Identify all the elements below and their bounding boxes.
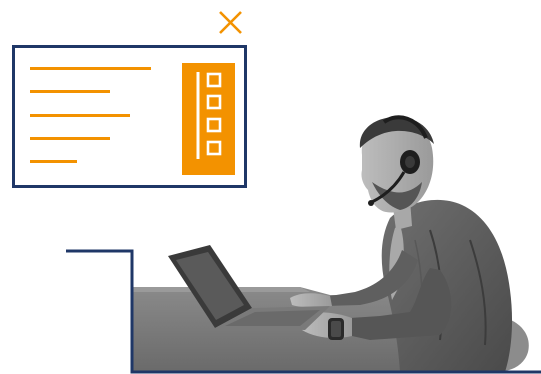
frame-lines — [66, 249, 541, 374]
illustration-scene — [0, 0, 541, 374]
